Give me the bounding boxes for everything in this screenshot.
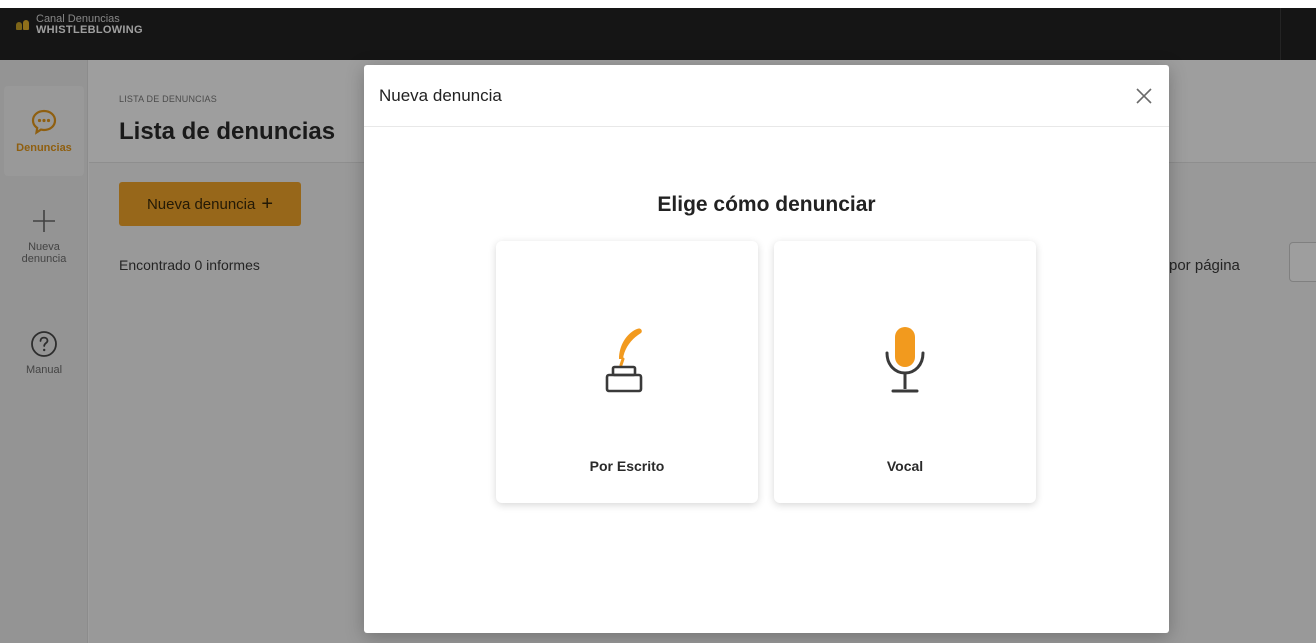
new-report-modal: Nueva denuncia Elige cómo denunciar Por … (364, 65, 1169, 633)
close-icon[interactable] (1133, 85, 1155, 107)
modal-title: Nueva denuncia (379, 86, 502, 105)
option-vocal[interactable]: Vocal (774, 241, 1036, 503)
option-label: Vocal (886, 458, 924, 474)
option-label: Por Escrito (589, 458, 665, 474)
quill-inkwell-icon (496, 325, 758, 395)
modal-header: Nueva denuncia (364, 65, 1169, 127)
option-por-escrito[interactable]: Por Escrito (496, 241, 758, 503)
modal-heading: Elige cómo denunciar (657, 193, 876, 216)
app-root: Canal Denuncias WHISTLEBLOWING Denuncias (0, 0, 1316, 643)
microphone-icon (774, 325, 1036, 397)
